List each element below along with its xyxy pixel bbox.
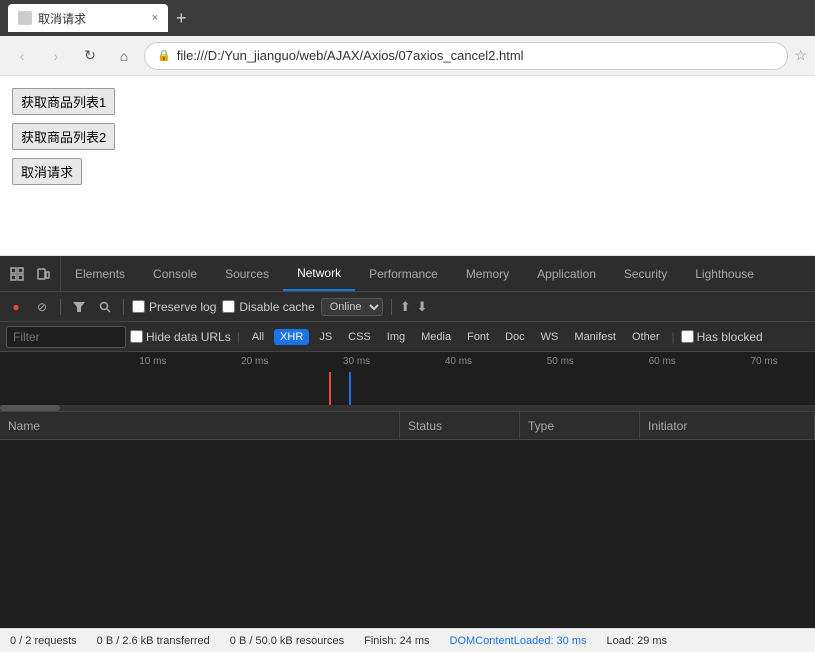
transferred-size: 0 B / 2.6 kB transferred [97, 635, 210, 647]
page-content: 获取商品列表1 获取商品列表2 取消请求 [0, 76, 815, 256]
filter-doc[interactable]: Doc [499, 329, 531, 345]
tab-performance[interactable]: Performance [355, 256, 452, 291]
timeline-ruler: 10 ms 20 ms 30 ms 40 ms 50 ms 60 ms 70 m… [0, 352, 815, 372]
tab-memory[interactable]: Memory [452, 256, 523, 291]
col-name[interactable]: Name [0, 412, 400, 439]
tab-favicon [18, 11, 32, 25]
throttle-select[interactable]: Online [321, 298, 383, 316]
stop-btn[interactable]: ⊘ [32, 297, 52, 317]
network-toolbar: ● ⊘ Preserve log Disable cache Online ⬆ … [0, 292, 815, 322]
import-icon[interactable]: ⬆ [400, 299, 411, 315]
get-list1-btn[interactable]: 获取商品列表1 [12, 88, 115, 115]
export-icon[interactable]: ⬇ [417, 299, 428, 315]
tab-sources[interactable]: Sources [211, 256, 283, 291]
new-tab-btn[interactable]: + [176, 8, 187, 29]
tab-lighthouse[interactable]: Lighthouse [681, 256, 768, 291]
reload-btn[interactable]: ↻ [76, 42, 104, 70]
tab-elements[interactable]: Elements [61, 256, 139, 291]
browser-titlebar: 取消请求 × + [0, 0, 815, 36]
load-time: Load: 29 ms [607, 635, 668, 647]
has-blocked-checkbox[interactable] [681, 330, 694, 343]
tab-network[interactable]: Network [283, 256, 355, 291]
address-bar[interactable]: 🔒 file:///D:/Yun_jianguo/web/AJAX/Axios/… [144, 42, 788, 70]
devtools-header: Elements Console Sources Network Perform… [0, 256, 815, 292]
tab-console[interactable]: Console [139, 256, 211, 291]
back-btn[interactable]: ‹ [8, 42, 36, 70]
tab-application[interactable]: Application [523, 256, 610, 291]
timeline-area: 10 ms 20 ms 30 ms 40 ms 50 ms 60 ms 70 m… [0, 352, 815, 412]
timeline-scroll-thumb [0, 405, 60, 411]
secure-icon: 🔒 [157, 49, 171, 62]
disable-cache-checkbox[interactable] [222, 300, 235, 313]
table-body [0, 440, 815, 628]
has-blocked-label[interactable]: Has blocked [681, 330, 763, 344]
device-toggle-icon[interactable] [32, 263, 54, 285]
table-header: Name Status Type Initiator [0, 412, 815, 440]
filter-font[interactable]: Font [461, 329, 495, 345]
devtools-tabs: Elements Console Sources Network Perform… [61, 256, 768, 291]
home-btn[interactable]: ⌂ [110, 42, 138, 70]
filter-css[interactable]: CSS [342, 329, 377, 345]
ruler-20ms: 20 ms [204, 356, 306, 367]
ruler-70ms: 70 ms [713, 356, 815, 367]
filter-all[interactable]: All [246, 329, 270, 345]
address-text: file:///D:/Yun_jianguo/web/AJAX/Axios/07… [177, 48, 524, 63]
requests-count: 0 / 2 requests [10, 635, 77, 647]
filter-other[interactable]: Other [626, 329, 666, 345]
ruler-50ms: 50 ms [509, 356, 611, 367]
dom-content-loaded-time: DOMContentLoaded: 30 ms [450, 635, 587, 647]
filter-icon[interactable] [69, 297, 89, 317]
search-icon[interactable] [95, 297, 115, 317]
col-status[interactable]: Status [400, 412, 520, 439]
hide-data-urls-label[interactable]: Hide data URLs [130, 330, 231, 344]
filter-img[interactable]: Img [381, 329, 411, 345]
toolbar-separator3 [391, 299, 392, 315]
timeline-scrollbar[interactable] [0, 405, 815, 411]
filter-media[interactable]: Media [415, 329, 457, 345]
preserve-log-checkbox[interactable] [132, 300, 145, 313]
status-bar: 0 / 2 requests 0 B / 2.6 kB transferred … [0, 628, 815, 652]
forward-btn[interactable]: › [42, 42, 70, 70]
record-btn[interactable]: ● [6, 297, 26, 317]
ruler-40ms: 40 ms [408, 356, 510, 367]
col-type[interactable]: Type [520, 412, 640, 439]
finish-time: Finish: 24 ms [364, 635, 429, 647]
filter-ws[interactable]: WS [535, 329, 565, 345]
toolbar-separator [60, 299, 61, 315]
bookmark-btn[interactable]: ☆ [794, 47, 807, 64]
toolbar-separator2 [123, 299, 124, 315]
tab-security[interactable]: Security [610, 256, 681, 291]
browser-tab[interactable]: 取消请求 × [8, 4, 168, 32]
devtools-panel: Elements Console Sources Network Perform… [0, 256, 815, 628]
filter-manifest[interactable]: Manifest [568, 329, 622, 345]
ruler-30ms: 30 ms [306, 356, 408, 367]
preserve-log-label[interactable]: Preserve log [132, 300, 216, 314]
ruler-60ms: 60 ms [611, 356, 713, 367]
hide-data-urls-checkbox[interactable] [130, 330, 143, 343]
devtools-side-icons [0, 256, 61, 291]
resources-size: 0 B / 50.0 kB resources [230, 635, 344, 647]
filter-bar: Hide data URLs | All XHR JS CSS Img Medi… [0, 322, 815, 352]
get-list2-btn[interactable]: 获取商品列表2 [12, 123, 115, 150]
col-initiator[interactable]: Initiator [640, 412, 815, 439]
filter-input[interactable] [6, 326, 126, 348]
browser-toolbar: ‹ › ↻ ⌂ 🔒 file:///D:/Yun_jianguo/web/AJA… [0, 36, 815, 76]
inspect-icon[interactable] [6, 263, 28, 285]
cancel-request-btn[interactable]: 取消请求 [12, 158, 82, 185]
tab-title: 取消请求 [38, 10, 86, 27]
disable-cache-label[interactable]: Disable cache [222, 300, 314, 314]
ruler-10ms: 10 ms [102, 356, 204, 367]
tab-close-btn[interactable]: × [152, 12, 158, 24]
filter-xhr[interactable]: XHR [274, 329, 309, 345]
filter-js[interactable]: JS [313, 329, 338, 345]
